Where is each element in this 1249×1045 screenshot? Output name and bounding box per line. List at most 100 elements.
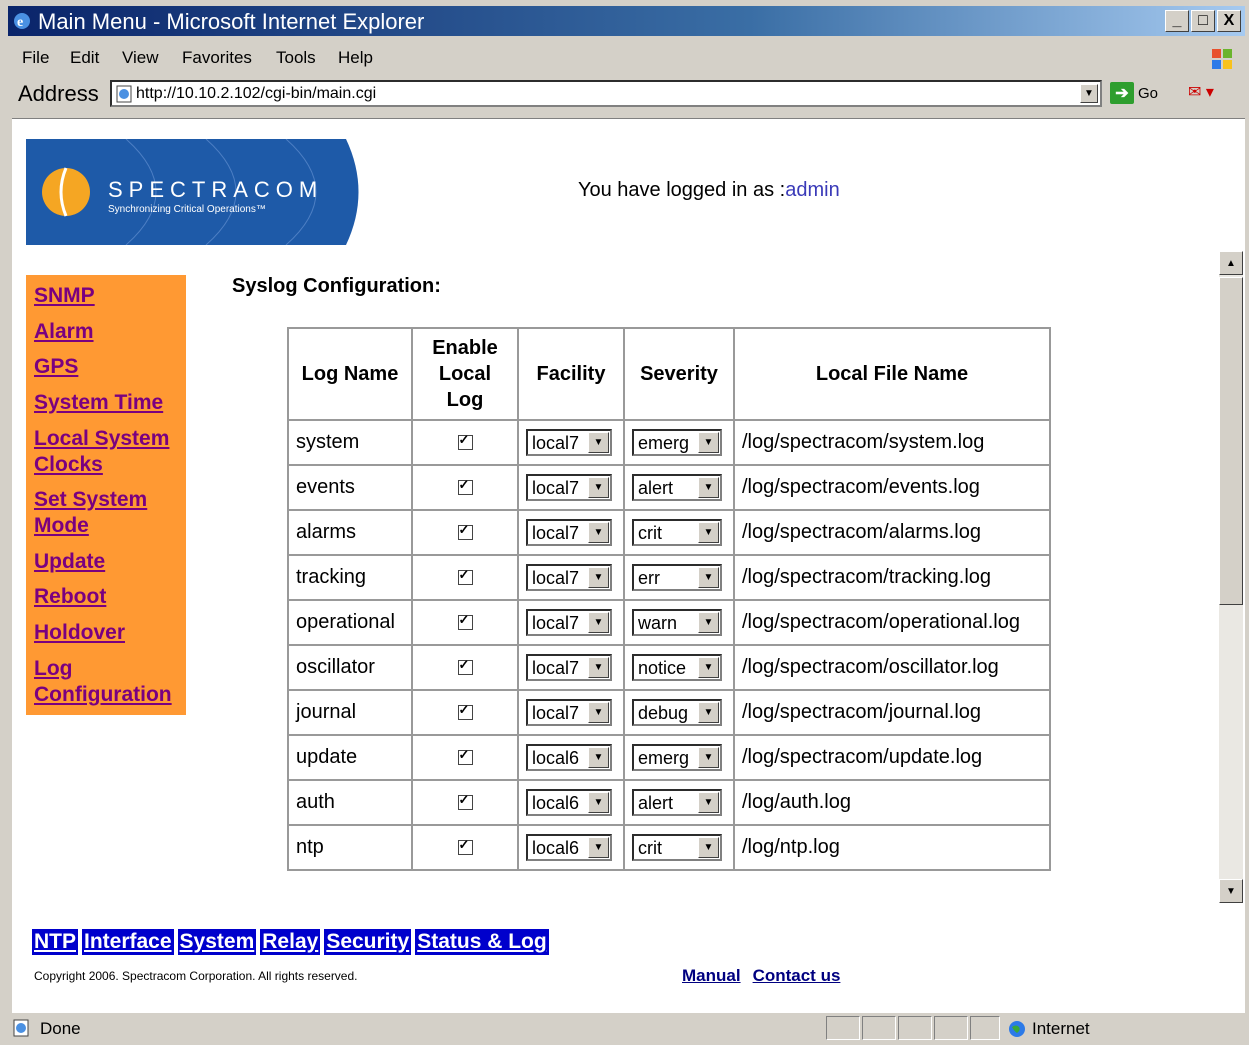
nav-system-time[interactable]: System Time xyxy=(34,390,163,416)
chevron-down-icon: ▼ xyxy=(698,567,719,588)
header-log-name: Log Name xyxy=(287,327,413,421)
chevron-down-icon: ▼ xyxy=(698,837,719,858)
nav-holdover[interactable]: Holdover xyxy=(34,620,125,646)
severity-select[interactable]: crit ▼ xyxy=(632,519,722,546)
title-bar: e Main Menu - Microsoft Internet Explore… xyxy=(8,6,1245,36)
copyright: Copyright 2006. Spectracom Corporation. … xyxy=(34,969,358,983)
menu-edit[interactable]: Edit xyxy=(70,48,99,68)
facility-select[interactable]: local7 ▼ xyxy=(526,474,612,501)
table-row: update local6▼ emerg▼ /log/spectracom/up… xyxy=(287,734,1051,781)
address-label: Address xyxy=(18,81,99,106)
file-name-cell: /log/spectracom/journal.log xyxy=(733,689,1051,736)
menu-file[interactable]: File xyxy=(22,48,49,68)
log-name-cell: auth xyxy=(287,779,413,826)
enable-checkbox[interactable] xyxy=(457,702,473,721)
enable-checkbox[interactable] xyxy=(457,657,473,676)
chevron-down-icon: ▼ xyxy=(588,657,609,678)
file-name-cell: /log/auth.log xyxy=(733,779,1051,826)
enable-checkbox[interactable] xyxy=(457,837,473,856)
nav-set-system-mode[interactable]: Set System Mode xyxy=(34,487,164,539)
chevron-down-icon: ▼ xyxy=(588,612,609,633)
severity-select[interactable]: err ▼ xyxy=(632,564,722,591)
table-row: journal local7▼ debug▼ /log/spectracom/j… xyxy=(287,689,1051,736)
facility-select[interactable]: local6 ▼ xyxy=(526,744,612,771)
scroll-up-button[interactable]: ▲ xyxy=(1219,251,1243,275)
scroll-down-button[interactable]: ▼ xyxy=(1219,879,1243,903)
nav-reboot[interactable]: Reboot xyxy=(34,584,106,610)
address-input[interactable]: http://10.10.2.102/cgi-bin/main.cgi ▼ xyxy=(110,80,1102,107)
chevron-down-icon: ▼ xyxy=(698,522,719,543)
nav-snmp[interactable]: SNMP xyxy=(34,283,95,309)
page-icon xyxy=(116,85,132,103)
file-name-cell: /log/spectracom/alarms.log xyxy=(733,509,1051,556)
severity-select[interactable]: alert ▼ xyxy=(632,789,722,816)
facility-select[interactable]: local6 ▼ xyxy=(526,834,612,861)
menu-bar: File Edit View Favorites Tools Help xyxy=(8,44,1245,74)
nav-gps[interactable]: GPS xyxy=(34,354,78,380)
severity-select[interactable]: crit ▼ xyxy=(632,834,722,861)
bottom-nav-interface[interactable]: Interface xyxy=(82,929,174,955)
enable-checkbox[interactable] xyxy=(457,747,473,766)
bottom-nav-security[interactable]: Security xyxy=(324,929,412,955)
nav-local-system-clocks[interactable]: Local System Clocks xyxy=(34,426,184,478)
bottom-nav-ntp[interactable]: NTP xyxy=(32,929,78,955)
enable-checkbox[interactable] xyxy=(457,567,473,586)
maximize-button[interactable]: □ xyxy=(1191,10,1215,32)
status-pane xyxy=(862,1016,896,1040)
syslog-table: Log Name Enable Local Log Facility Sever… xyxy=(287,327,1051,871)
chevron-down-icon: ▼ xyxy=(698,432,719,453)
facility-select[interactable]: local7 ▼ xyxy=(526,654,612,681)
facility-select[interactable]: local7 ▼ xyxy=(526,564,612,591)
contact-us-link[interactable]: Contact us xyxy=(753,966,841,986)
facility-select[interactable]: local6 ▼ xyxy=(526,789,612,816)
toolbar-extra-icon[interactable]: ✉ ▾ xyxy=(1188,82,1214,102)
svg-text:Synchronizing Critical Operati: Synchronizing Critical Operations™ xyxy=(108,204,266,215)
table-row: system local7▼ emerg▼ /log/spectracom/sy… xyxy=(287,419,1051,466)
page-content: SPECTRACOM Synchronizing Critical Operat… xyxy=(12,118,1245,1013)
facility-select[interactable]: local7 ▼ xyxy=(526,429,612,456)
file-name-cell: /log/spectracom/operational.log xyxy=(733,599,1051,646)
chevron-down-icon: ▼ xyxy=(698,477,719,498)
severity-select[interactable]: emerg ▼ xyxy=(632,744,722,771)
menu-help[interactable]: Help xyxy=(338,48,373,68)
enable-checkbox[interactable] xyxy=(457,612,473,631)
scroll-thumb[interactable] xyxy=(1219,277,1243,605)
enable-checkbox[interactable] xyxy=(457,522,473,541)
address-bar: Address http://10.10.2.102/cgi-bin/main.… xyxy=(8,78,1245,112)
bottom-nav-relay[interactable]: Relay xyxy=(260,929,321,955)
chevron-down-icon: ▼ xyxy=(588,432,609,453)
go-button[interactable]: ➔ Go xyxy=(1110,80,1158,106)
enable-checkbox[interactable] xyxy=(457,477,473,496)
svg-text:e: e xyxy=(17,15,23,30)
table-row: ntp local6▼ crit▼ /log/ntp.log xyxy=(287,824,1051,871)
status-text: Done xyxy=(40,1019,81,1038)
severity-select[interactable]: emerg ▼ xyxy=(632,429,722,456)
minimize-button[interactable]: _ xyxy=(1165,10,1189,32)
severity-select[interactable]: warn ▼ xyxy=(632,609,722,636)
login-user: admin xyxy=(785,179,840,201)
bottom-nav-status-log[interactable]: Status & Log xyxy=(415,929,549,955)
menu-favorites[interactable]: Favorites xyxy=(182,48,252,68)
nav-update[interactable]: Update xyxy=(34,549,105,575)
chevron-down-icon: ▼ xyxy=(698,702,719,723)
severity-select[interactable]: notice ▼ xyxy=(632,654,722,681)
menu-view[interactable]: View xyxy=(122,48,159,68)
enable-checkbox[interactable] xyxy=(457,432,473,451)
bottom-nav: NTP Interface System Relay Security Stat… xyxy=(32,929,549,955)
facility-select[interactable]: local7 ▼ xyxy=(526,519,612,546)
vertical-scrollbar[interactable]: ▲ ▼ xyxy=(1219,251,1243,903)
nav-alarm[interactable]: Alarm xyxy=(34,319,94,345)
facility-select[interactable]: local7 ▼ xyxy=(526,609,612,636)
table-row: auth local6▼ alert▼ /log/auth.log xyxy=(287,779,1051,826)
nav-log-configuration[interactable]: Log Configuration xyxy=(34,656,172,708)
close-button[interactable]: X xyxy=(1217,10,1241,32)
bottom-nav-system[interactable]: System xyxy=(177,929,257,955)
address-dropdown-button[interactable]: ▼ xyxy=(1080,84,1098,103)
severity-select[interactable]: alert ▼ xyxy=(632,474,722,501)
facility-select[interactable]: local7 ▼ xyxy=(526,699,612,726)
severity-select[interactable]: debug ▼ xyxy=(632,699,722,726)
menu-tools[interactable]: Tools xyxy=(276,48,316,68)
manual-link[interactable]: Manual xyxy=(682,966,741,986)
file-name-cell: /log/spectracom/update.log xyxy=(733,734,1051,781)
enable-checkbox[interactable] xyxy=(457,792,473,811)
